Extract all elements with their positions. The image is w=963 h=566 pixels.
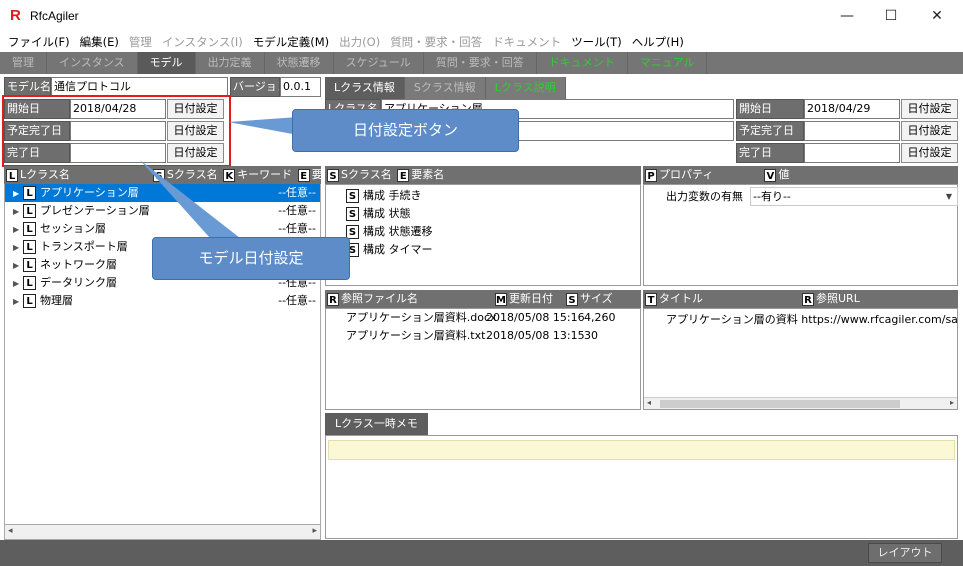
status-bar xyxy=(0,540,963,566)
callout-date-button: 日付設定ボタン xyxy=(292,109,519,152)
callout-pointer-date xyxy=(228,117,298,135)
callout-model-date: モデル日付設定 xyxy=(152,237,350,280)
callout-pointers xyxy=(140,117,298,238)
layout-button[interactable]: レイアウト xyxy=(868,543,942,563)
callout-pointer-model xyxy=(140,160,240,238)
